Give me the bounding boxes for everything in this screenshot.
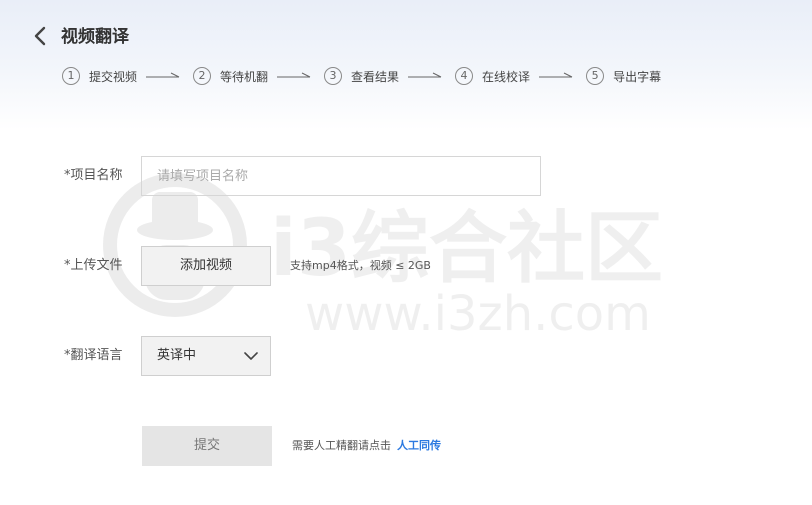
step-number: 3 xyxy=(324,67,343,85)
project-name-label: *项目名称 xyxy=(64,168,123,183)
manual-translation-hint-text: 需要人工精翻请点击 xyxy=(292,439,391,452)
step-label: 在线校译 xyxy=(482,69,531,84)
manual-interpretation-link[interactable]: 人工同传 xyxy=(397,439,441,452)
step-number: 2 xyxy=(193,67,212,85)
step-label: 提交视频 xyxy=(89,69,138,84)
arrow-right-icon xyxy=(408,72,442,78)
step-progress: 1 提交视频 2 等待机翻 3 查看结果 4 在线校译 5 导出字幕 xyxy=(62,66,661,86)
watermark-url: www.i3zh.com xyxy=(305,286,651,342)
upload-hint: 支持mp4格式，视频 ≤ 2GB xyxy=(290,259,431,272)
step-number: 5 xyxy=(586,67,605,85)
add-video-button[interactable]: 添加视频 xyxy=(141,246,271,286)
arrow-right-icon xyxy=(146,72,180,78)
language-selected-value: 英译中 xyxy=(157,348,197,363)
watermark-text: i3综合社区 xyxy=(270,204,663,294)
step-3: 3 查看结果 xyxy=(324,67,399,85)
step-2: 2 等待机翻 xyxy=(193,67,268,85)
header-background xyxy=(0,0,812,130)
step-4: 4 在线校译 xyxy=(455,67,530,85)
step-number: 1 xyxy=(62,67,80,85)
step-number: 4 xyxy=(455,67,474,85)
submit-button[interactable]: 提交 xyxy=(142,426,272,466)
translation-language-select[interactable]: 英译中 xyxy=(141,336,271,376)
chevron-down-icon xyxy=(244,352,258,360)
step-5: 5 导出字幕 xyxy=(586,67,661,85)
step-label: 等待机翻 xyxy=(220,69,269,84)
manual-translation-hint: 需要人工精翻请点击 人工同传 xyxy=(292,439,441,453)
step-label: 导出字幕 xyxy=(613,69,662,84)
project-name-input[interactable] xyxy=(141,156,541,196)
arrow-right-icon xyxy=(277,72,311,78)
page-title: 视频翻译 xyxy=(61,27,129,47)
step-label: 查看结果 xyxy=(351,69,400,84)
translation-language-label: *翻译语言 xyxy=(64,348,123,363)
back-button[interactable] xyxy=(30,25,52,47)
step-1: 1 提交视频 xyxy=(62,67,137,85)
chevron-left-icon xyxy=(34,26,46,46)
upload-file-label: *上传文件 xyxy=(64,258,123,273)
arrow-right-icon xyxy=(539,72,573,78)
